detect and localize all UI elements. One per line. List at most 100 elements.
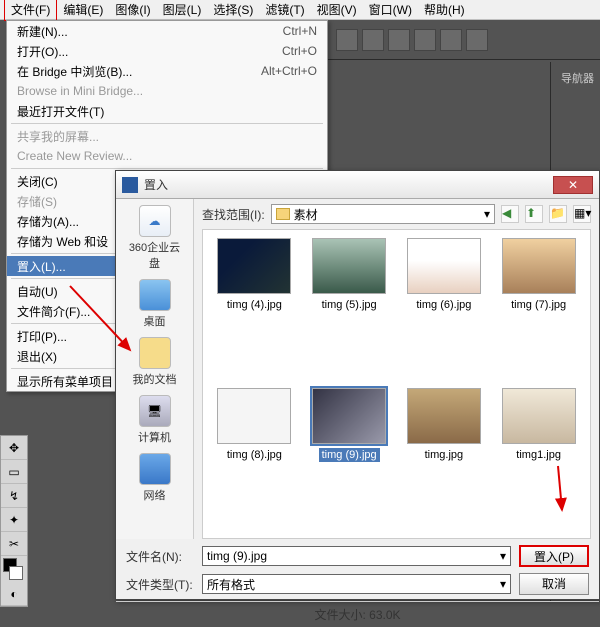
file-item[interactable]: timg (4).jpg: [211, 238, 298, 380]
places-label: 360企业云盘: [124, 239, 186, 271]
toolbar-button[interactable]: [388, 29, 410, 51]
file-item[interactable]: timg (5).jpg: [306, 238, 393, 380]
menubar-item[interactable]: 文件(F): [4, 0, 57, 21]
menu-item: 共享我的屏幕...: [7, 126, 327, 146]
places-icon: 🖥: [139, 395, 171, 427]
file-item[interactable]: timg (7).jpg: [495, 238, 582, 380]
file-thumbnail: [407, 388, 481, 444]
menu-item-label: 共享我的屏幕...: [17, 128, 317, 145]
places-sidebar-item[interactable]: ☁360企业云盘: [124, 205, 186, 271]
places-sidebar: ☁360企业云盘桌面我的文档 🖥 计算机网络: [116, 199, 194, 539]
view-mode-icon[interactable]: ▦▾: [573, 205, 591, 223]
menu-item[interactable]: 新建(N)...Ctrl+N: [7, 21, 327, 41]
file-thumbnail: [502, 388, 576, 444]
file-thumbnail: [502, 238, 576, 294]
places-icon: [139, 279, 171, 311]
cancel-button[interactable]: 取消: [519, 573, 589, 595]
background-color[interactable]: [9, 566, 23, 580]
menu-item-label: 在 Bridge 中浏览(B)...: [17, 63, 261, 80]
dialog-toolbar: 查找范围(I): 素材 ▾ ◀ ⬆ 📁 ▦▾: [194, 199, 599, 229]
file-item[interactable]: timg1.jpg: [495, 388, 582, 530]
menu-item[interactable]: 在 Bridge 中浏览(B)...Alt+Ctrl+O: [7, 61, 327, 81]
place-button[interactable]: 置入(P): [519, 545, 589, 567]
menu-item-shortcut: Ctrl+O: [282, 44, 317, 58]
lookup-folder-value: 素材: [294, 206, 318, 223]
file-item[interactable]: timg (6).jpg: [401, 238, 488, 380]
color-swatch[interactable]: [1, 556, 27, 582]
dialog-titlebar: 置入 ✕: [116, 171, 599, 199]
file-name: timg (6).jpg: [413, 298, 474, 312]
menu-item[interactable]: 打开(O)...Ctrl+O: [7, 41, 327, 61]
file-name: timg1.jpg: [513, 448, 564, 462]
filesize-value: 63.0K: [369, 608, 400, 622]
menu-item-label: 最近打开文件(T): [17, 103, 317, 120]
wand-tool-icon[interactable]: ✦: [1, 508, 27, 532]
close-button[interactable]: ✕: [553, 176, 593, 194]
file-name: timg (8).jpg: [224, 448, 285, 462]
menubar: 文件(F)编辑(E)图像(I)图层(L)选择(S)滤镜(T)视图(V)窗口(W)…: [0, 0, 600, 20]
menu-separator: [11, 168, 323, 169]
menubar-item[interactable]: 选择(S): [207, 0, 259, 20]
dialog-title: 置入: [144, 176, 553, 193]
crop-tool-icon[interactable]: ✂: [1, 532, 27, 556]
menubar-item[interactable]: 图像(I): [109, 0, 156, 20]
menu-item-label: 打开(O)...: [17, 43, 282, 60]
mask-tool-icon[interactable]: ◐: [1, 582, 27, 606]
filename-select[interactable]: timg (9).jpg ▾: [202, 546, 511, 566]
file-name: timg (9).jpg: [319, 448, 380, 462]
toolbar-button[interactable]: [440, 29, 462, 51]
places-sidebar-item[interactable]: 我的文档: [124, 337, 186, 387]
menubar-item[interactable]: 窗口(W): [363, 0, 418, 20]
filename-label: 文件名(N):: [126, 548, 194, 565]
file-item[interactable]: timg (9).jpg: [306, 388, 393, 530]
places-sidebar-item[interactable]: 网络: [124, 453, 186, 503]
menubar-item[interactable]: 编辑(E): [57, 0, 109, 20]
move-tool-icon[interactable]: ✥: [1, 436, 27, 460]
back-icon[interactable]: ◀: [501, 205, 519, 223]
menu-item-label: Browse in Mini Bridge...: [17, 84, 317, 98]
menu-item-shortcut: Ctrl+N: [283, 24, 317, 38]
filetype-select[interactable]: 所有格式 ▾: [202, 574, 511, 594]
marquee-tool-icon[interactable]: ▭: [1, 460, 27, 484]
places-label: 桌面: [144, 313, 166, 329]
places-sidebar-item[interactable]: 桌面: [124, 279, 186, 329]
menubar-item[interactable]: 视图(V): [311, 0, 363, 20]
places-label: 计算机: [138, 429, 171, 445]
menu-item-label: Create New Review...: [17, 149, 317, 163]
file-thumbnail: [312, 238, 386, 294]
toolbar-button[interactable]: [336, 29, 358, 51]
toolbar-button[interactable]: [466, 29, 488, 51]
new-folder-icon[interactable]: 📁: [549, 205, 567, 223]
places-label: 我的文档: [133, 371, 177, 387]
lookup-folder-select[interactable]: 素材 ▾: [271, 204, 495, 224]
file-name: timg.jpg: [422, 448, 467, 462]
menu-item: Browse in Mini Bridge...: [7, 81, 327, 101]
file-thumbnail: [312, 388, 386, 444]
file-item[interactable]: timg.jpg: [401, 388, 488, 530]
menubar-item[interactable]: 滤镜(T): [259, 0, 310, 20]
menu-separator: [11, 123, 323, 124]
places-sidebar-item[interactable]: 🖥 计算机: [124, 395, 186, 445]
places-icon: [139, 453, 171, 485]
file-name: timg (7).jpg: [508, 298, 569, 312]
toolbar-button[interactable]: [414, 29, 436, 51]
lasso-tool-icon[interactable]: ↯: [1, 484, 27, 508]
places-icon: [139, 337, 171, 369]
menu-item[interactable]: 最近打开文件(T): [7, 101, 327, 121]
menu-item-label: 新建(N)...: [17, 23, 283, 40]
navigator-panel-title: 导航器: [561, 70, 594, 86]
file-item[interactable]: timg (8).jpg: [211, 388, 298, 530]
toolbar-button[interactable]: [362, 29, 384, 51]
file-thumbnail: [217, 238, 291, 294]
ps-icon: [122, 177, 138, 193]
up-icon[interactable]: ⬆: [525, 205, 543, 223]
filesize-bar: 文件大小: 63.0K: [116, 601, 599, 627]
file-name: timg (4).jpg: [224, 298, 285, 312]
menubar-item[interactable]: 图层(L): [157, 0, 208, 20]
file-name: timg (5).jpg: [319, 298, 380, 312]
menubar-item[interactable]: 帮助(H): [418, 0, 471, 20]
file-grid: timg (4).jpg timg (5).jpg timg (6).jpg timg…: [202, 229, 591, 539]
filetype-label: 文件类型(T):: [126, 576, 194, 593]
lookup-label: 查找范围(I):: [202, 206, 265, 223]
filetype-value: 所有格式: [207, 576, 255, 593]
